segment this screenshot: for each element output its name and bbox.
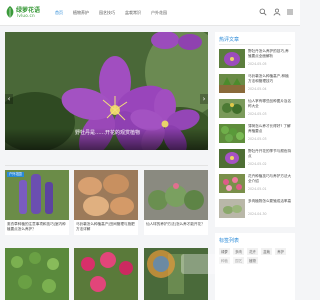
sidebar-item-date: 2024-05-04 bbox=[248, 87, 267, 91]
article-card[interactable]: 马铃薯怎么种植高产|田间管理与施肥方法详解 bbox=[74, 170, 138, 235]
sidebar-title: 热评文章 bbox=[219, 37, 240, 43]
nav-gardening-tips[interactable]: 园艺技巧 bbox=[94, 8, 120, 17]
sidebar-thumbnail bbox=[219, 74, 245, 93]
sidebar-item-title: 马铃薯怎么种植高产,种植方法和管理技巧 bbox=[248, 74, 289, 83]
sidebar-item[interactable]: 马铃薯怎么种植高产,种植方法和管理技巧 2024-05-04 bbox=[219, 73, 292, 97]
article-card-title: 马铃薯怎么种植高产|田间管理与施肥方法详解 bbox=[76, 222, 135, 231]
category-tag[interactable]: 户外花园 bbox=[7, 172, 24, 177]
article-card-image bbox=[74, 248, 138, 300]
article-card-image bbox=[74, 170, 138, 220]
next-arrow-icon[interactable]: › bbox=[200, 94, 208, 104]
sidebar-item-date: 2024-05-02 bbox=[248, 162, 267, 166]
sidebar-item-date: 2024-05-03 bbox=[248, 137, 267, 141]
sidebar-item-title: 仙人掌有哪些品种图片及名称大全 bbox=[248, 99, 292, 108]
prev-arrow-icon[interactable]: ‹ bbox=[5, 94, 13, 104]
nav-outdoor-garden[interactable]: 户外花园 bbox=[146, 8, 172, 17]
nav-home[interactable]: 首页 bbox=[50, 8, 68, 17]
sidebar-thumbnail bbox=[219, 124, 245, 143]
sidebar-thumbnail bbox=[219, 99, 245, 118]
site-logo[interactable]: 绿萝花语 lvluo.cn bbox=[5, 4, 41, 21]
section-divider bbox=[5, 165, 208, 166]
sidebar-item-title: 花卉种植技巧与养护方法大全介绍 bbox=[248, 174, 292, 183]
nav-potted-knowledge[interactable]: 盆栽常识 bbox=[120, 8, 146, 17]
watermark-logo-icon bbox=[147, 250, 241, 278]
sidebar-thumbnail bbox=[219, 199, 245, 218]
sidebar-item[interactable]: 野牡丹怎么养护的技巧,养殖要点全面解析 2024-05-05 bbox=[219, 48, 292, 72]
article-card-image bbox=[144, 170, 208, 220]
sidebar-item-title: 薄荷怎么养才长得好? 了解养殖要点 bbox=[248, 124, 291, 133]
sidebar-item[interactable]: 多肉植物怎么繁殖成活率高 2024-04-30 bbox=[219, 198, 292, 222]
sidebar-divider bbox=[219, 44, 291, 45]
logo-subtext: lvluo.cn bbox=[17, 13, 35, 18]
main-nav: 首页 植物养护 园艺技巧 盆栽常识 户外花园 bbox=[50, 8, 172, 17]
sidebar-item[interactable]: 野牡丹开花的季节与颜色特点 2024-05-02 bbox=[219, 148, 292, 172]
sidebar-item[interactable]: 花卉种植技巧与养护方法大全介绍 2024-05-01 bbox=[219, 173, 292, 197]
article-card-title: 薰衣草种植的注意事项和技巧|室内种植要点怎么养护？ bbox=[7, 222, 66, 231]
article-card[interactable] bbox=[5, 248, 69, 300]
article-card[interactable]: 仙人球的养护方法|怎么养才能开花？ bbox=[144, 170, 208, 235]
sidebar-item-date: 2024-05-01 bbox=[248, 187, 267, 191]
tag-link[interactable]: 植物 bbox=[247, 257, 258, 264]
sidebar-item-title: 野牡丹怎么养护的技巧,养殖要点全面解析 bbox=[248, 49, 289, 58]
article-card[interactable]: 户外花园 薰衣草种植的注意事项和技巧|室内种植要点怎么养护？ bbox=[5, 170, 69, 235]
search-icon[interactable] bbox=[259, 8, 267, 16]
article-card-image bbox=[5, 170, 69, 220]
nav-plant-care[interactable]: 植物养护 bbox=[68, 8, 94, 17]
tag-link[interactable]: 花卉 bbox=[247, 248, 258, 255]
sidebar-thumbnail bbox=[219, 49, 245, 68]
sidebar-item-date: 2024-04-30 bbox=[248, 212, 267, 216]
sidebar-thumbnail bbox=[219, 174, 245, 193]
sidebar-item-title: 多肉植物怎么繁殖成活率高 bbox=[248, 199, 292, 203]
article-section: 户外花园 薰衣草种植的注意事项和技巧|室内种植要点怎么养护？ 马铃薯怎么种植高产… bbox=[5, 158, 208, 238]
article-card-title: 仙人球的养护方法|怎么养才能开花？ bbox=[146, 222, 205, 226]
user-icon[interactable] bbox=[273, 8, 281, 16]
hero-title[interactable]: 野牡丹是……开花的观赏植物 bbox=[75, 129, 140, 136]
sidebar-item[interactable]: 薄荷怎么养才长得好? 了解养殖要点 2024-05-03 bbox=[219, 123, 292, 147]
article-card-image bbox=[5, 248, 69, 300]
sidebar-item-title: 野牡丹开花的季节与颜色特点 bbox=[248, 149, 292, 158]
hot-articles-sidebar: 热评文章 野牡丹怎么养护的技巧,养殖要点全面解析 2024-05-05 马铃薯怎… bbox=[215, 32, 295, 227]
menu-icon[interactable] bbox=[286, 8, 294, 16]
sidebar-item[interactable]: 仙人掌有哪些品种图片及名称大全 2024-05-03 bbox=[219, 98, 292, 122]
article-card[interactable] bbox=[74, 248, 138, 300]
sidebar-item-date: 2024-05-05 bbox=[248, 62, 267, 66]
hero-slider[interactable]: 野牡丹是……开花的观赏植物 ‹ › bbox=[5, 32, 208, 150]
tag-link[interactable]: 养护 bbox=[275, 248, 287, 255]
sidebar-thumbnail bbox=[219, 149, 245, 168]
tag-link[interactable]: 盆栽 bbox=[261, 248, 272, 255]
site-header: 绿萝花语 lvluo.cn 首页 植物养护 园艺技巧 盆栽常识 户外花园 bbox=[0, 0, 300, 26]
sidebar-item-date: 2024-05-03 bbox=[248, 112, 267, 116]
leaf-logo-icon bbox=[6, 6, 14, 18]
